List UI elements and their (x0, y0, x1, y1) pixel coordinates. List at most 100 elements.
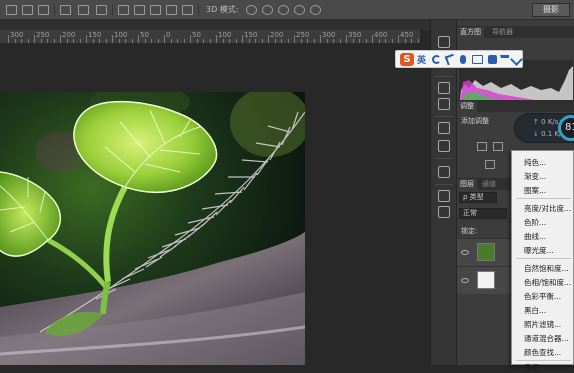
align-center-icon[interactable] (22, 5, 33, 15)
blend-mode-select[interactable]: 正常 (459, 208, 507, 219)
network-speed-widget[interactable]: ↑ 0 K/s ↓ 0.1 K/s 81 (514, 113, 574, 143)
menu-item-invert[interactable]: 反相 (524, 362, 539, 373)
ruler-tick-label: 50 (192, 31, 201, 39)
ime-toolbar[interactable]: S 英 (395, 50, 523, 68)
menu-item-pattern[interactable]: 图案... (524, 185, 546, 196)
menu-item-brightness-contrast[interactable]: 亮度/对比度... (524, 203, 571, 214)
menu-item-solid-color[interactable]: 纯色... (524, 157, 546, 168)
lock-label: 锁定: (461, 227, 478, 235)
distribute-top-icon[interactable] (118, 5, 129, 15)
3d-scale-icon[interactable] (310, 5, 321, 15)
ruler-minor-tick (125, 39, 126, 43)
brightness-icon[interactable] (477, 142, 487, 151)
tool-presets-icon[interactable] (438, 140, 450, 152)
tab-histogram[interactable]: 直方图 (457, 27, 484, 38)
info-icon[interactable] (438, 98, 450, 110)
align-left-icon[interactable] (6, 5, 17, 15)
menu-item-black-white[interactable]: 黑白... (524, 305, 546, 316)
menu-item-levels[interactable]: 色阶... (524, 217, 546, 228)
ruler-minor-tick (183, 39, 185, 43)
ruler-major-tick (346, 35, 347, 43)
tab-channels[interactable]: 通道 (479, 179, 499, 190)
3d-roll-icon[interactable] (262, 5, 273, 15)
tab-adjustments[interactable]: 调整 (457, 101, 477, 112)
distribute-right-icon[interactable] (182, 5, 193, 15)
paragraph-styles-icon[interactable] (438, 206, 450, 218)
microphone-icon[interactable] (460, 55, 466, 64)
menu-item-color-balance[interactable]: 色彩平衡... (524, 291, 561, 302)
3d-slide-icon[interactable] (294, 5, 305, 15)
ruler-major-tick (86, 35, 87, 43)
brush-preset-icon[interactable] (438, 36, 450, 48)
tab-navigator[interactable]: 导航器 (489, 27, 516, 38)
sogou-logo-icon[interactable]: S (400, 53, 414, 66)
workspace-switcher-button[interactable]: 摄影 (532, 3, 570, 17)
ruler-minor-tick (287, 39, 289, 43)
ruler-minor-tick (248, 39, 250, 43)
3d-pan-icon[interactable] (278, 5, 289, 15)
wrench-icon[interactable] (510, 53, 523, 66)
ruler-minor-tick (118, 39, 120, 43)
3d-rotate-icon[interactable] (246, 5, 257, 15)
align-top-icon[interactable] (60, 5, 71, 15)
ruler-minor-tick (131, 39, 133, 43)
ruler-major-tick (216, 35, 217, 43)
upload-unit: K/s (547, 118, 559, 126)
ruler-tick-label: 100 (218, 31, 232, 39)
ruler-minor-tick (209, 39, 211, 43)
horizontal-ruler[interactable]: 300 250 200 150 100 50 0 50 100 150 200 250 300 350 40… (0, 30, 420, 44)
ime-language-toggle[interactable]: 英 (417, 53, 426, 66)
clone-source-icon[interactable] (438, 122, 450, 134)
tab-layers[interactable]: 图层 (457, 179, 477, 190)
paragraph-icon[interactable] (438, 166, 450, 178)
menu-item-exposure[interactable]: 曝光度... (524, 245, 554, 256)
keyboard-icon[interactable] (472, 55, 483, 64)
3d-mode-label: 3D 模式: (206, 5, 239, 14)
menu-separator (516, 198, 571, 199)
skin-icon[interactable] (488, 55, 497, 64)
ruler-minor-tick (21, 39, 22, 43)
moon-icon[interactable] (432, 55, 441, 64)
document-photo[interactable] (0, 92, 305, 365)
menu-item-color-lookup[interactable]: 颜色查找... (524, 347, 561, 358)
layer-filter-kind[interactable]: ρ 类型 (459, 192, 497, 203)
menu-item-hue-saturation[interactable]: 色相/饱和度... (524, 277, 571, 288)
distribute-middle-icon[interactable] (134, 5, 145, 15)
adjustments-panel-tabs: 调整 (457, 100, 574, 112)
levels-icon[interactable] (493, 142, 503, 151)
ruler-tick-label: 250 (36, 31, 50, 39)
menu-item-vibrance[interactable]: 自然饱和度... (524, 263, 569, 274)
ruler-minor-tick (27, 39, 29, 43)
visibility-eye-icon[interactable] (461, 250, 469, 255)
menu-separator (516, 258, 571, 259)
punctuation-icon[interactable] (444, 53, 457, 66)
ruler-tick-label: 300 (322, 31, 336, 39)
ruler-tick-label: 400 (374, 31, 388, 39)
ruler-tick-label: 100 (114, 31, 128, 39)
align-middle-icon[interactable] (78, 5, 89, 15)
visibility-eye-icon[interactable] (461, 278, 469, 283)
tshirt-icon[interactable] (500, 55, 509, 64)
divider (198, 4, 199, 16)
menu-item-gradient[interactable]: 渐变... (524, 171, 546, 182)
ruler-minor-tick (352, 39, 354, 43)
menu-item-channel-mixer[interactable]: 通道混合器... (524, 333, 569, 344)
align-bottom-icon[interactable] (96, 5, 107, 15)
swatches-icon[interactable] (438, 82, 450, 94)
ruler-minor-tick (170, 39, 172, 43)
ruler-minor-tick (417, 39, 419, 43)
ruler-minor-tick (326, 39, 328, 43)
ruler-minor-tick (411, 39, 412, 43)
align-right-icon[interactable] (38, 5, 49, 15)
ruler-tick-label: 0 (166, 31, 171, 39)
ruler-minor-tick (313, 39, 315, 43)
distribute-left-icon[interactable] (166, 5, 177, 15)
divider (435, 116, 453, 117)
character-icon[interactable] (438, 190, 450, 202)
menu-item-photo-filter[interactable]: 照片滤镜... (524, 319, 561, 330)
ruler-major-tick (164, 35, 165, 43)
distribute-bottom-icon[interactable] (150, 5, 161, 15)
ruler-minor-tick (365, 39, 367, 43)
menu-item-curves[interactable]: 曲线... (524, 231, 546, 242)
photo-filter-icon[interactable] (485, 160, 495, 169)
